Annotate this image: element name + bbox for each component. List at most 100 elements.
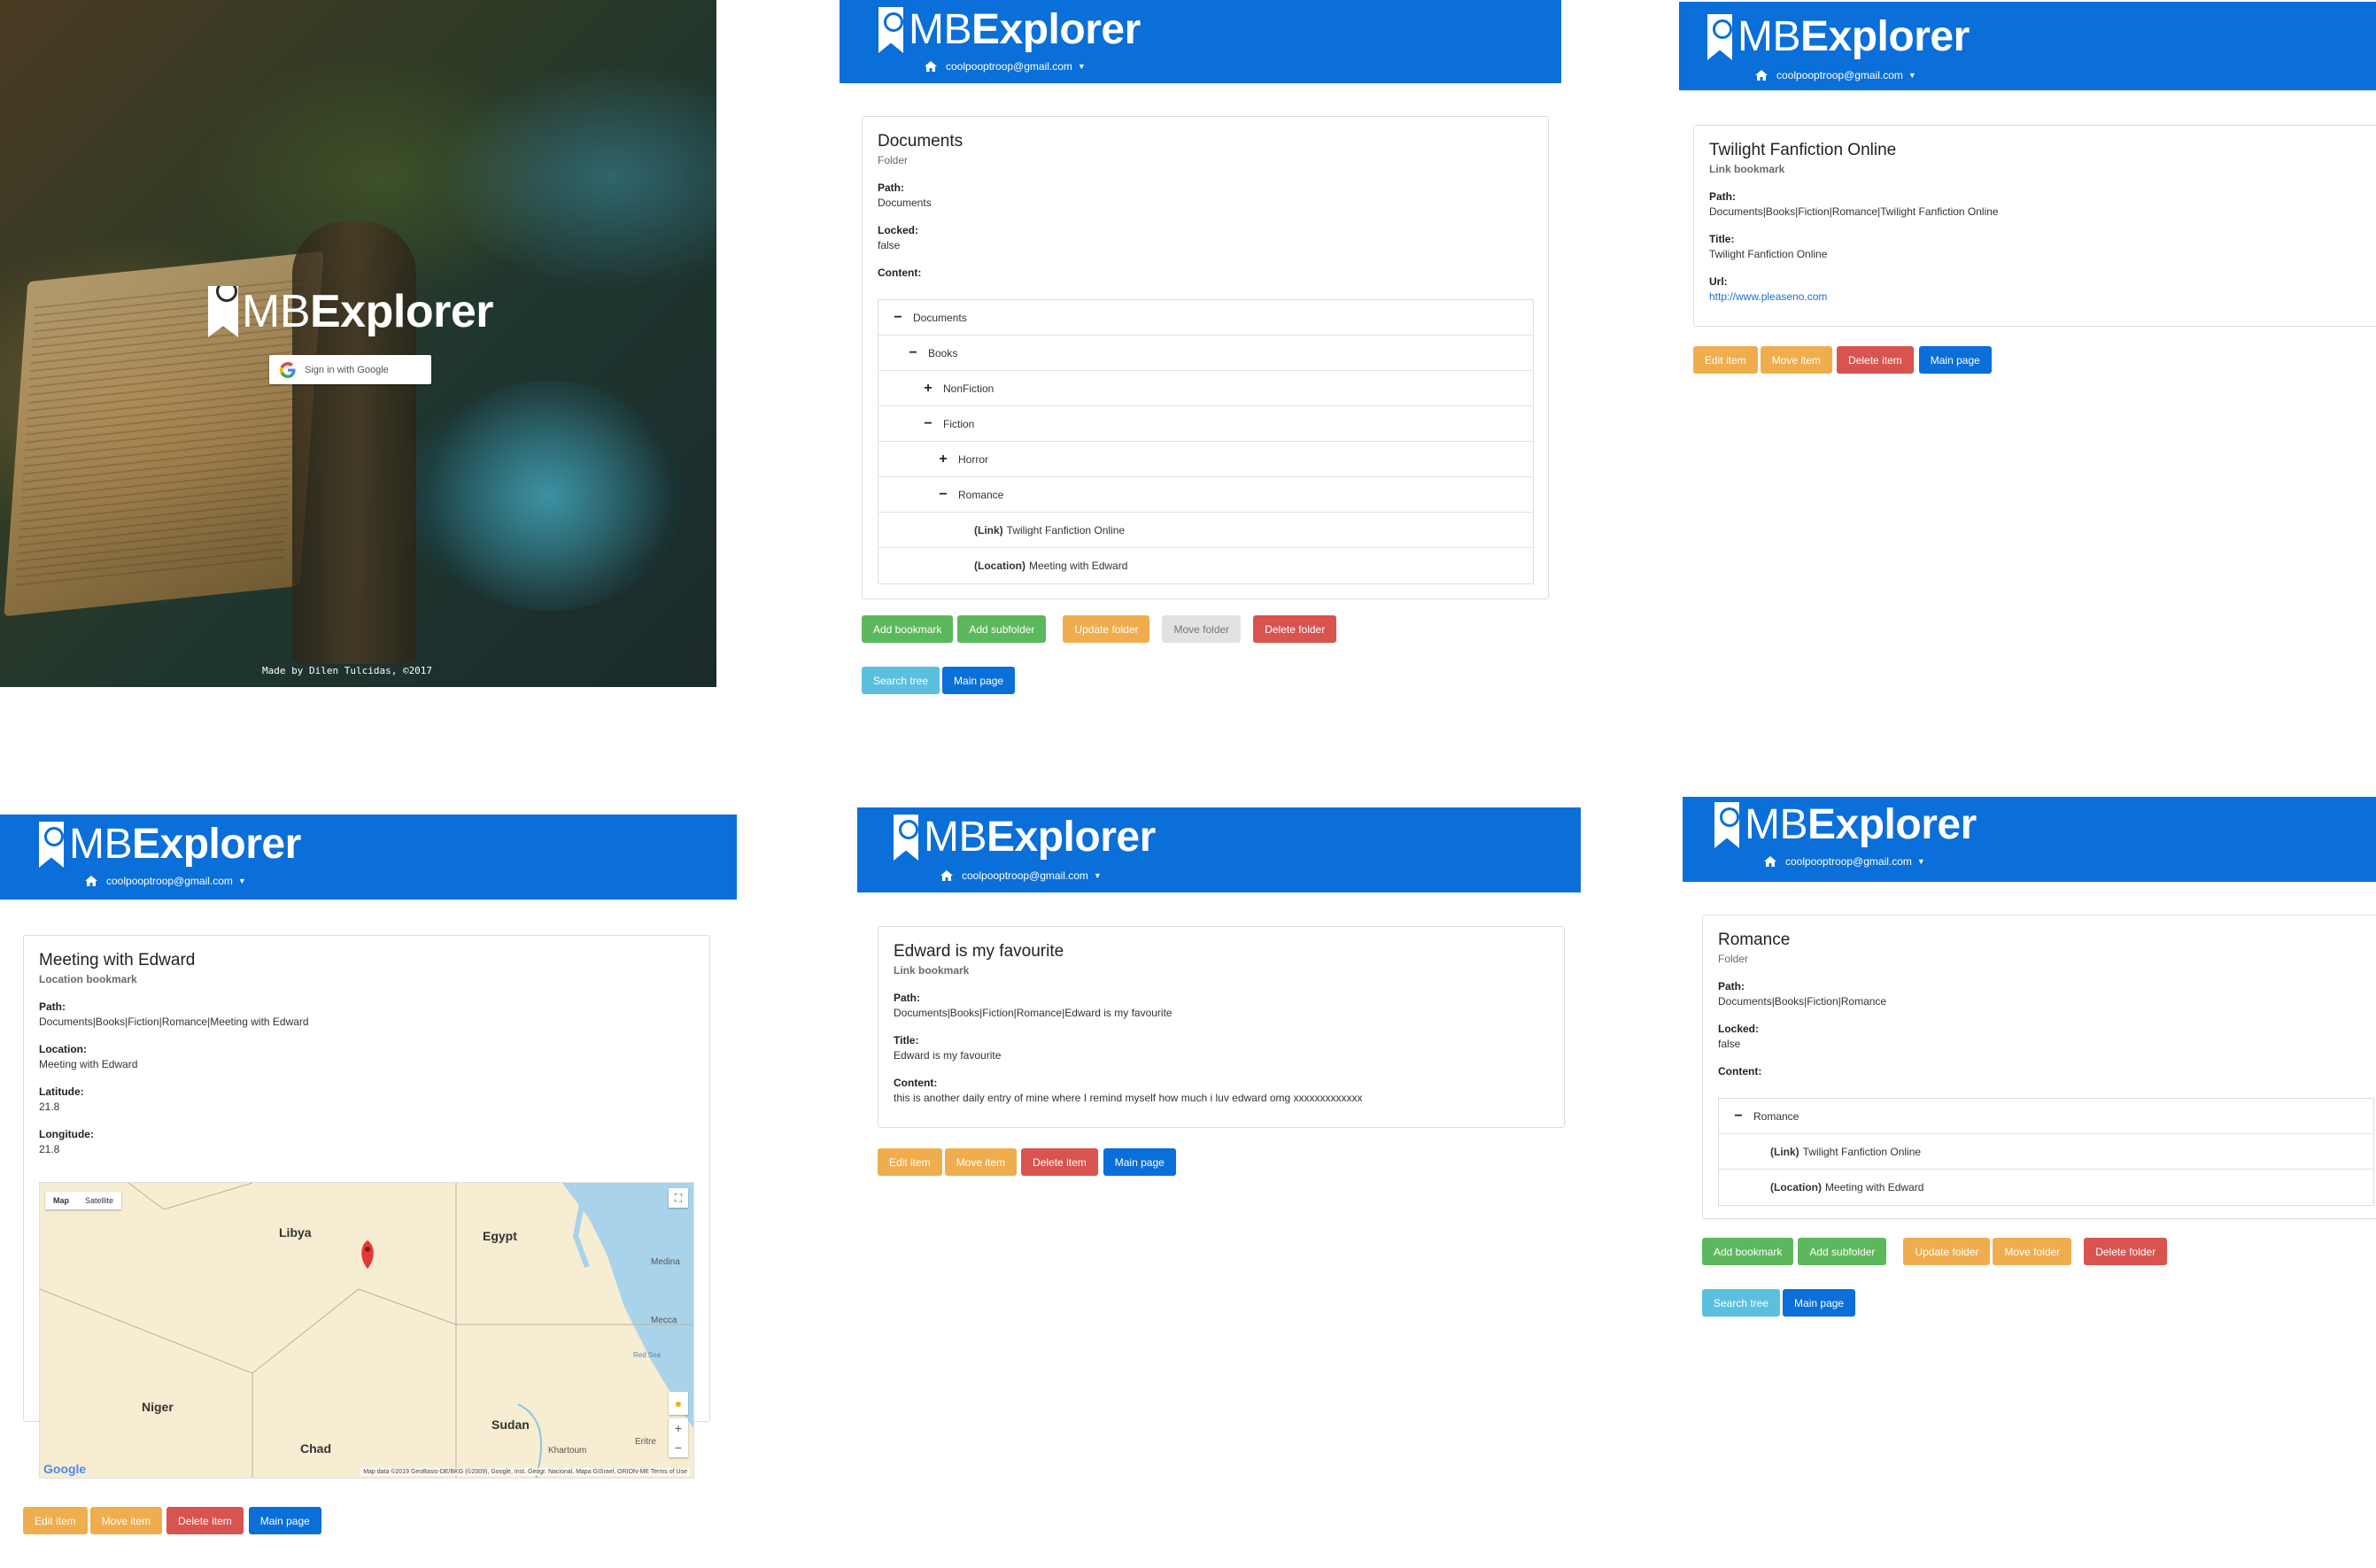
path-value: Documents|Books|Fiction|Romance	[1718, 995, 1887, 1008]
brand-light-text: MB	[1745, 801, 1808, 848]
url-label: Url:	[1709, 275, 1728, 288]
user-menu[interactable]: coolpooptroop@gmail.com ▼	[940, 869, 1102, 882]
tree-row[interactable]: (Location) Meeting with Edward	[1719, 1170, 2373, 1205]
add-bookmark-button[interactable]: Add bookmark	[1702, 1238, 1794, 1265]
edit-item-button[interactable]: Edit item	[1693, 346, 1758, 374]
bookmark-card: Meeting with Edward Location bookmark Pa…	[23, 935, 710, 1479]
user-menu[interactable]: coolpooptroop@gmail.com ▼	[1755, 69, 1916, 81]
move-folder-button[interactable]: Move folder	[1993, 1238, 2072, 1265]
tree-row[interactable]: − Romance	[878, 477, 1533, 513]
collapse-icon[interactable]: −	[907, 345, 919, 361]
app-header: MBExplorer coolpooptroop@gmail.com ▼	[0, 815, 737, 900]
map-place-label: Red Sea	[633, 1351, 662, 1359]
add-subfolder-button[interactable]: Add subfolder	[1798, 1238, 1887, 1265]
update-folder-button[interactable]: Update folder	[1903, 1238, 1991, 1265]
user-email: coolpooptroop@gmail.com	[106, 875, 233, 887]
header-logo[interactable]: MBExplorer	[878, 5, 1141, 55]
header-logo[interactable]: MBExplorer	[1714, 800, 1977, 850]
expand-icon[interactable]: +	[922, 381, 934, 397]
collapse-icon[interactable]: −	[892, 310, 904, 326]
fullscreen-icon[interactable]: ⛶	[669, 1188, 688, 1208]
zoom-out-icon[interactable]: −	[669, 1438, 688, 1457]
delete-item-button[interactable]: Delete item	[166, 1507, 244, 1534]
path-value: Documents|Books|Fiction|Romance|Edward i…	[894, 1007, 1173, 1019]
edit-item-button[interactable]: Edit item	[23, 1507, 88, 1534]
street-view-pegman-icon[interactable]: ●	[669, 1392, 688, 1415]
main-page-button[interactable]: Main page	[1918, 346, 1992, 374]
google-signin-button[interactable]: Sign in with Google	[269, 355, 431, 384]
delete-item-button[interactable]: Delete item	[1021, 1148, 1098, 1176]
main-page-button[interactable]: Main page	[1783, 1289, 1856, 1317]
header-logo[interactable]: MBExplorer	[1707, 12, 1970, 62]
tree-row[interactable]: (Link) Twilight Fanfiction Online	[1719, 1134, 2373, 1170]
collapse-icon[interactable]: −	[922, 416, 934, 432]
bookmark-title: Edward is my favourite	[894, 942, 1064, 961]
delete-folder-button[interactable]: Delete folder	[2084, 1238, 2168, 1265]
search-tree-button[interactable]: Search tree	[862, 667, 940, 694]
map-type-control[interactable]: Map Satellite	[45, 1192, 122, 1209]
folder-card: Documents Folder Path: Documents Locked:…	[862, 116, 1549, 599]
tree-row[interactable]: + Horror	[878, 442, 1533, 477]
zoom-controls: + −	[669, 1418, 688, 1457]
add-subfolder-button[interactable]: Add subfolder	[957, 615, 1047, 643]
tree-row[interactable]: − Documents	[878, 300, 1533, 336]
login-logo: MBExplorer	[208, 285, 493, 338]
locked-value: false	[878, 239, 901, 251]
user-menu[interactable]: coolpooptroop@gmail.com ▼	[1764, 855, 1925, 868]
map-attribution[interactable]: Map data ©2019 GeoBasis-DE/BKG (©2009), …	[360, 1468, 690, 1476]
brand-light-text: MB	[909, 6, 972, 53]
move-folder-button[interactable]: Move folder	[1162, 615, 1242, 643]
zoom-in-icon[interactable]: +	[669, 1418, 688, 1438]
delete-folder-button[interactable]: Delete folder	[1253, 615, 1337, 643]
collapse-icon[interactable]: −	[937, 487, 949, 503]
search-tree-button[interactable]: Search tree	[1702, 1289, 1781, 1317]
header-logo[interactable]: MBExplorer	[894, 813, 1156, 862]
bookmark-logo-icon	[1707, 14, 1732, 60]
folder-card: Romance Folder Path: Documents|Books|Fic…	[1702, 915, 2376, 1219]
title-label: Title:	[1709, 233, 1735, 245]
collapse-icon[interactable]: −	[1732, 1108, 1745, 1124]
home-icon	[940, 870, 953, 881]
tree-row[interactable]: − Fiction	[878, 406, 1533, 442]
map-place-label: Mecca	[651, 1316, 677, 1325]
tree-row-label: Documents	[913, 311, 967, 324]
folder-title: Documents	[878, 132, 964, 151]
map-type-satellite[interactable]: Satellite	[77, 1192, 121, 1209]
user-menu[interactable]: coolpooptroop@gmail.com ▼	[925, 60, 1086, 73]
tree-row-label: Fiction	[943, 417, 975, 430]
longitude-value: 21.8	[39, 1143, 60, 1155]
background-pool-illustration	[416, 381, 682, 611]
main-page-button[interactable]: Main page	[248, 1507, 321, 1534]
tree-row[interactable]: − Books	[878, 336, 1533, 371]
update-folder-button[interactable]: Update folder	[1063, 615, 1150, 643]
move-item-button[interactable]: Move item	[1760, 346, 1833, 374]
tree-row[interactable]: (Link) Twilight Fanfiction Online	[878, 513, 1533, 548]
main-page-button[interactable]: Main page	[942, 667, 1016, 694]
url-link[interactable]: http://www.pleaseno.com	[1709, 290, 1827, 303]
item-actions: Edit item Move item Delete item Main pag…	[23, 1507, 326, 1534]
path-value: Documents|Books|Fiction|Romance|Twilight…	[1709, 205, 1999, 218]
delete-item-button[interactable]: Delete item	[1837, 346, 1914, 374]
location-map[interactable]: Map Satellite ⛶ Libya Egypt Niger Chad S…	[39, 1182, 694, 1479]
user-email: coolpooptroop@gmail.com	[1776, 69, 1903, 81]
tree-row[interactable]: + NonFiction	[878, 371, 1533, 406]
map-place-label: Chad	[300, 1441, 331, 1456]
location-value: Meeting with Edward	[39, 1058, 138, 1070]
latitude-value: 21.8	[39, 1101, 60, 1113]
move-item-button[interactable]: Move item	[89, 1507, 163, 1534]
edit-item-button[interactable]: Edit item	[878, 1148, 942, 1176]
header-logo[interactable]: MBExplorer	[39, 820, 301, 869]
main-page-button[interactable]: Main page	[1103, 1148, 1176, 1176]
add-bookmark-button[interactable]: Add bookmark	[862, 615, 954, 643]
tree-row[interactable]: (Location) Meeting with Edward	[878, 548, 1533, 583]
expand-icon[interactable]: +	[937, 452, 949, 467]
tree-row-label: NonFiction	[943, 382, 995, 395]
brand-light-text: MB	[69, 821, 133, 868]
user-menu[interactable]: coolpooptroop@gmail.com ▼	[85, 875, 246, 887]
tree-row[interactable]: − Romance	[1719, 1099, 2373, 1134]
move-item-button[interactable]: Move item	[944, 1148, 1018, 1176]
tree-row-label: Meeting with Edward	[1029, 560, 1128, 572]
path-label: Path:	[1718, 980, 1745, 993]
location-label: Location:	[39, 1043, 87, 1055]
map-type-map[interactable]: Map	[45, 1192, 77, 1209]
